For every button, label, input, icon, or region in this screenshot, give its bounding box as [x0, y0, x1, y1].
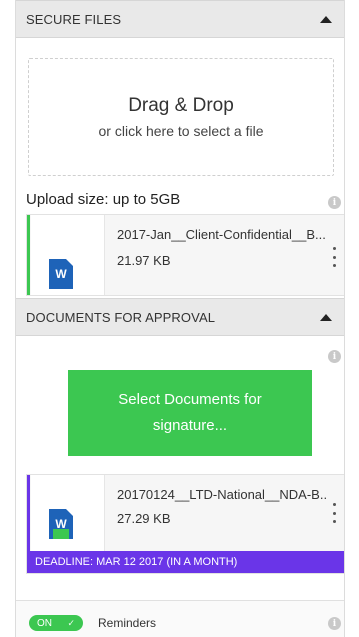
dropzone-title: Drag & Drop: [128, 95, 234, 116]
info-icon[interactable]: i: [328, 196, 341, 209]
documents-for-approval-title: DOCUMENTS FOR APPROVAL: [26, 309, 216, 325]
word-icon-letter: W: [55, 267, 67, 281]
file-size: 27.29 KB: [117, 511, 171, 526]
documents-for-approval-header[interactable]: DOCUMENTS FOR APPROVAL: [16, 298, 344, 336]
dropzone-subtitle: or click here to select a file: [98, 123, 264, 139]
reminders-toggle[interactable]: ON ✓: [29, 615, 83, 631]
file-thumbnail: W: [31, 475, 105, 551]
reminders-label: Reminders: [98, 616, 157, 630]
collapse-caret-icon[interactable]: [320, 313, 332, 321]
signature-status-icon: [53, 529, 69, 539]
file-accent-bar: [27, 215, 30, 295]
sidebar-panel: SECURE FILES Drag & Drop or click here t…: [15, 0, 345, 637]
select-documents-label: Select Documents for signature...: [118, 391, 262, 434]
upload-size-label: Upload size: up to 5GB: [26, 191, 181, 208]
more-options-icon[interactable]: [331, 247, 337, 267]
info-icon[interactable]: i: [328, 350, 341, 363]
select-documents-button[interactable]: Select Documents for signature...: [68, 370, 312, 456]
word-document-icon: W: [49, 259, 73, 289]
secure-files-header[interactable]: SECURE FILES: [16, 0, 344, 38]
file-name: 20170124__LTD-National__NDA-B..: [117, 487, 328, 502]
approval-file-card[interactable]: W 20170124__LTD-National__NDA-B.. 27.29 …: [26, 474, 344, 574]
toggle-label: ON: [37, 617, 52, 629]
deadline-text: DEADLINE: MAR 12 2017 (IN A MONTH): [35, 556, 238, 568]
file-dropzone[interactable]: Drag & Drop or click here to select a fi…: [28, 58, 334, 176]
secure-files-title: SECURE FILES: [26, 11, 122, 27]
reminders-footer: ON ✓ Reminders i: [16, 600, 344, 637]
file-name: 2017-Jan__Client-Confidential__B...: [117, 227, 326, 242]
file-size: 21.97 KB: [117, 253, 171, 268]
collapse-caret-icon[interactable]: [320, 15, 332, 23]
file-thumbnail: W: [31, 215, 105, 295]
more-options-icon[interactable]: [331, 503, 337, 523]
check-icon: ✓: [67, 617, 75, 628]
secure-file-card[interactable]: W 2017-Jan__Client-Confidential__B... 21…: [26, 214, 344, 296]
info-icon[interactable]: i: [328, 617, 341, 630]
deadline-bar: DEADLINE: MAR 12 2017 (IN A MONTH): [27, 551, 344, 573]
